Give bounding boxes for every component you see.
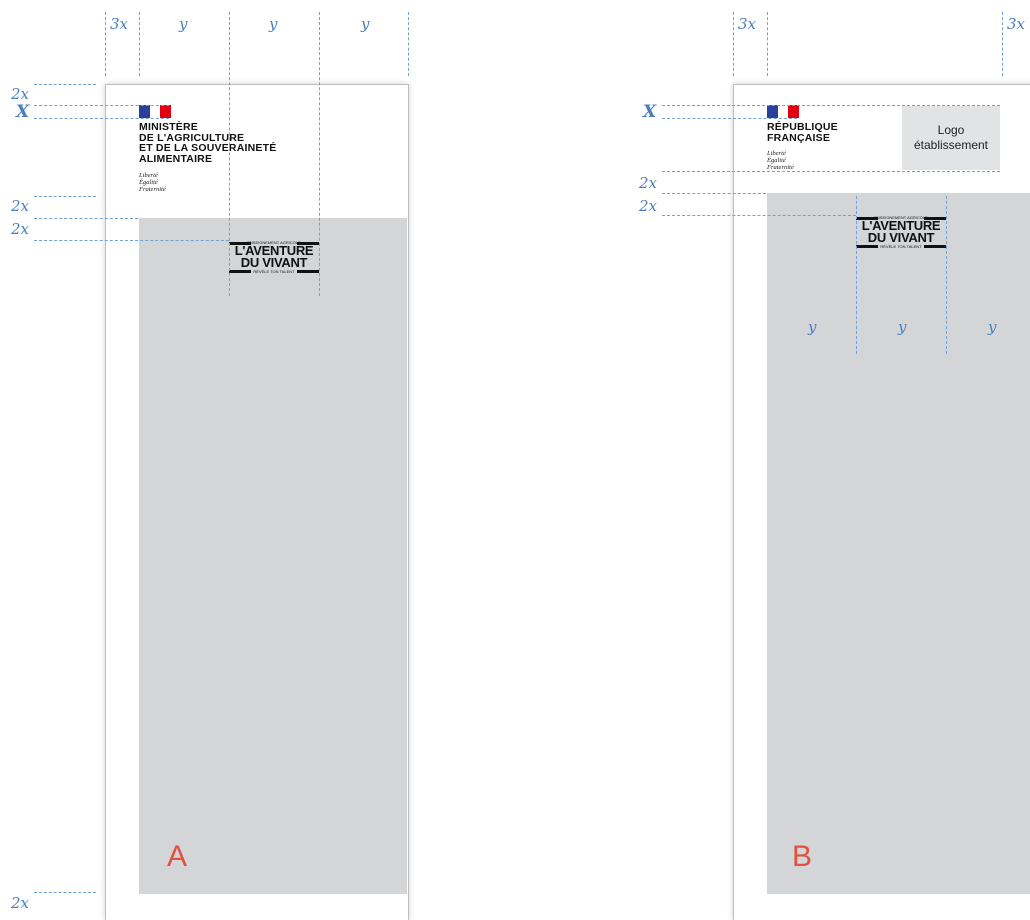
guide-line: [946, 196, 947, 354]
ministry-name: MINISTÈRE DE L'AGRICULTURE ET DE LA SOUV…: [139, 121, 277, 165]
marianne-flag-icon: [139, 105, 171, 118]
guide-line: [767, 12, 768, 76]
guide-line: [34, 84, 96, 85]
dimension-label: 2x: [11, 894, 30, 912]
guide-line: [856, 196, 857, 354]
dimension-label: y: [808, 318, 817, 336]
guide-line: [34, 218, 138, 219]
dimension-label: X: [643, 102, 657, 122]
guide-line: [319, 12, 320, 296]
dimension-label: y: [179, 15, 188, 33]
dimension-label: 2x: [639, 197, 658, 215]
guide-line: [34, 118, 169, 119]
dimension-label: 2x: [11, 85, 30, 103]
dimension-label: y: [361, 15, 370, 33]
guide-line: [34, 240, 229, 241]
dimension-label: 2x: [639, 174, 658, 192]
poster-b-visual-area: [767, 193, 1030, 894]
variant-letter-b: B: [792, 840, 813, 873]
dimension-label: X: [16, 102, 30, 122]
guide-line: [139, 12, 140, 76]
poster-a-visual-area: [139, 218, 407, 894]
dimension-label: y: [898, 318, 907, 336]
guide-line: [662, 118, 797, 119]
guide-line: [1002, 12, 1003, 76]
guide-line: [662, 105, 1000, 106]
dimension-label: y: [269, 15, 278, 33]
guide-line: [662, 193, 766, 194]
guide-line: [229, 12, 230, 296]
dimension-label: 3x: [110, 15, 129, 33]
guide-line: [105, 12, 106, 76]
republic-motto: Liberté Égalité Fraternité: [767, 150, 794, 171]
guide-line: [34, 105, 169, 106]
guide-line: [662, 215, 856, 216]
guide-line: [662, 171, 1000, 172]
aventure-du-vivant-logo: ENSEIGNEMENT AGRICOLE L'AVENTURE DU VIVA…: [856, 215, 946, 249]
establishment-logo-placeholder: Logo établissement: [902, 106, 1000, 170]
dimension-label: y: [988, 318, 997, 336]
guide-line: [733, 12, 734, 76]
republic-name: RÉPUBLIQUE FRANÇAISE: [767, 121, 838, 144]
dimension-label: 3x: [738, 15, 757, 33]
guide-line: [34, 892, 96, 893]
dimension-label: 2x: [11, 197, 30, 215]
variant-letter-a: A: [167, 840, 188, 873]
aventure-du-vivant-logo: ENSEIGNEMENT AGRICOLE L'AVENTURE DU VIVA…: [229, 240, 319, 274]
guide-line: [408, 12, 409, 76]
dimension-label: 2x: [11, 220, 30, 238]
republic-motto: Liberté Égalité Fraternité: [139, 172, 166, 193]
guide-line: [34, 196, 96, 197]
dimension-label: 3x: [1007, 15, 1026, 33]
marianne-flag-icon: [767, 105, 799, 118]
